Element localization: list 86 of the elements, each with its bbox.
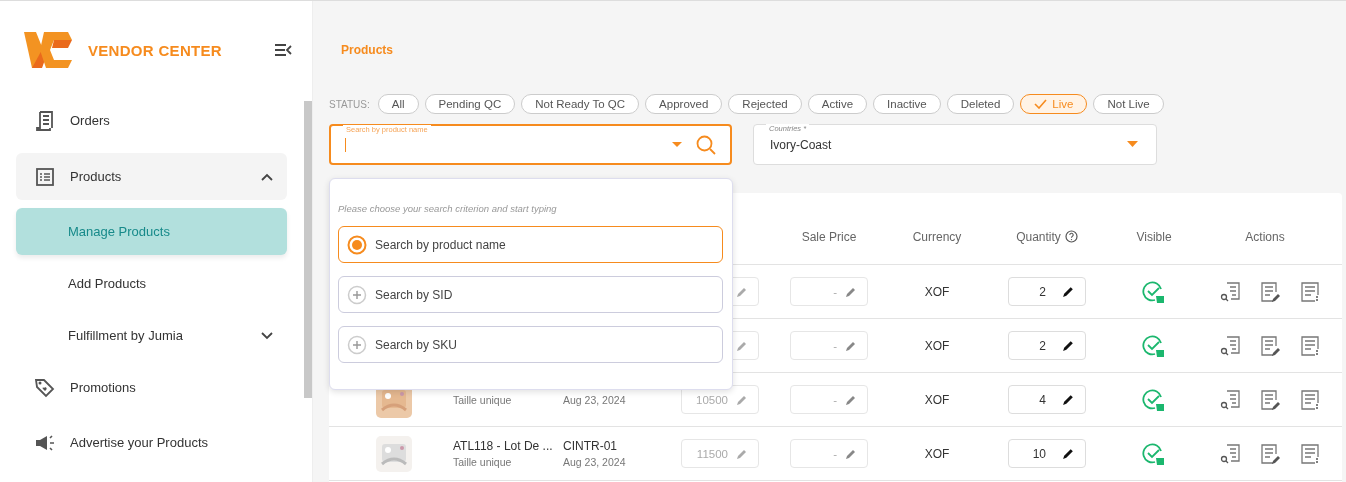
product-date: Aug 23, 2024 bbox=[563, 393, 626, 406]
quantity-field[interactable]: 10 bbox=[1008, 439, 1086, 468]
pencil-icon bbox=[736, 285, 748, 298]
search-option[interactable]: Search by product name bbox=[338, 226, 723, 263]
pencil-icon bbox=[736, 393, 748, 406]
pencil-icon bbox=[845, 339, 857, 352]
brand-name: VENDOR CENTER bbox=[88, 41, 222, 59]
status-label: STATUS: bbox=[329, 98, 370, 110]
tag-icon bbox=[34, 376, 56, 399]
quantity-field[interactable]: 4 bbox=[1008, 385, 1086, 414]
plus-circle-icon bbox=[347, 284, 367, 305]
plus-circle-icon bbox=[347, 334, 367, 355]
receipt-icon bbox=[34, 109, 56, 132]
pencil-icon bbox=[736, 339, 748, 352]
chevron-up-icon bbox=[261, 172, 273, 181]
pencil-icon bbox=[1062, 393, 1075, 406]
pencil-icon bbox=[845, 285, 857, 298]
status-chip[interactable]: All bbox=[377, 94, 419, 114]
status-chip[interactable]: Rejected bbox=[728, 94, 802, 114]
dropdown-arrow-icon bbox=[1127, 141, 1138, 148]
sidebar-item[interactable]: Promotions bbox=[16, 364, 287, 411]
edit-document-icon[interactable] bbox=[1259, 388, 1281, 411]
visible-check-icon[interactable] bbox=[1142, 333, 1166, 358]
column-header: Quantity bbox=[1016, 229, 1061, 244]
product-variant: Taille unique bbox=[453, 393, 512, 406]
edit-document-icon[interactable] bbox=[1259, 442, 1281, 465]
status-chip[interactable]: Inactive bbox=[873, 94, 941, 114]
document-menu-icon[interactable] bbox=[1299, 388, 1321, 411]
search-hint: Please choose your search criterion and start typing bbox=[338, 203, 558, 214]
check-icon bbox=[1034, 99, 1048, 109]
sidebar-item[interactable]: Advertise your Products bbox=[16, 419, 287, 466]
product-variant: Taille unique bbox=[453, 456, 512, 468]
pencil-icon bbox=[845, 393, 857, 406]
help-icon bbox=[1064, 230, 1078, 243]
edit-document-icon[interactable] bbox=[1259, 334, 1281, 357]
currency-text: XOF bbox=[924, 338, 950, 353]
search-option[interactable]: Search by SKU bbox=[338, 326, 723, 363]
view-details-icon[interactable] bbox=[1219, 442, 1241, 465]
megaphone-icon bbox=[34, 433, 56, 452]
edit-document-icon[interactable] bbox=[1259, 280, 1281, 303]
document-menu-icon[interactable] bbox=[1299, 334, 1321, 357]
pencil-icon bbox=[736, 447, 748, 460]
status-chip[interactable]: Approved bbox=[645, 94, 723, 114]
column-header: Sale Price bbox=[801, 229, 857, 244]
breadcrumb: Products bbox=[341, 43, 394, 59]
visible-check-icon[interactable] bbox=[1142, 441, 1166, 466]
pencil-icon bbox=[1062, 339, 1075, 352]
scrollbar-thumb[interactable] bbox=[304, 101, 312, 398]
menu-collapse-icon[interactable] bbox=[274, 43, 292, 57]
pencil-icon bbox=[845, 447, 857, 460]
status-chip[interactable]: Active bbox=[807, 94, 868, 114]
document-menu-icon[interactable] bbox=[1299, 280, 1321, 303]
document-menu-icon[interactable] bbox=[1299, 442, 1321, 465]
sidebar-subitem[interactable]: Add Products bbox=[16, 260, 287, 307]
pencil-icon bbox=[1062, 285, 1075, 298]
chevron-down-icon bbox=[261, 331, 273, 340]
product-name: ATL118 - Lot De ... bbox=[453, 439, 553, 453]
status-chip[interactable]: Deleted bbox=[946, 94, 1015, 114]
status-chip[interactable]: Pending QC bbox=[424, 94, 516, 114]
view-details-icon[interactable] bbox=[1219, 280, 1241, 303]
view-details-icon[interactable] bbox=[1219, 388, 1241, 411]
column-header: Visible bbox=[1136, 229, 1172, 244]
sidebar-item[interactable]: Orders bbox=[16, 97, 287, 144]
status-chip[interactable]: Not Live bbox=[1093, 94, 1164, 114]
view-details-icon[interactable] bbox=[1219, 334, 1241, 357]
search-icon[interactable] bbox=[696, 134, 716, 155]
quantity-field[interactable]: 2 bbox=[1008, 331, 1086, 360]
currency-text: XOF bbox=[924, 284, 950, 299]
search-option[interactable]: Search by SID bbox=[338, 276, 723, 313]
currency-text: XOF bbox=[924, 392, 950, 407]
column-header: Currency bbox=[912, 229, 962, 244]
visible-check-icon[interactable] bbox=[1142, 279, 1166, 304]
sidebar-item[interactable]: Products bbox=[16, 153, 287, 200]
visible-check-icon[interactable] bbox=[1142, 387, 1166, 412]
sidebar-subitem[interactable]: Fulfillment by Jumia bbox=[16, 312, 287, 359]
product-date: Aug 23, 2024 bbox=[563, 456, 626, 468]
product-sku: CINTR-01 bbox=[563, 439, 617, 453]
column-header: Actions bbox=[1245, 229, 1285, 244]
list-icon bbox=[34, 166, 56, 187]
quantity-field[interactable]: 2 bbox=[1008, 277, 1086, 306]
radio-selected-icon bbox=[347, 234, 367, 255]
logo-icon bbox=[24, 32, 74, 68]
status-chip[interactable]: Not Ready To QC bbox=[521, 94, 640, 114]
pencil-icon bbox=[1062, 447, 1075, 460]
currency-text: XOF bbox=[924, 446, 950, 461]
dropdown-arrow-icon[interactable] bbox=[672, 141, 682, 148]
